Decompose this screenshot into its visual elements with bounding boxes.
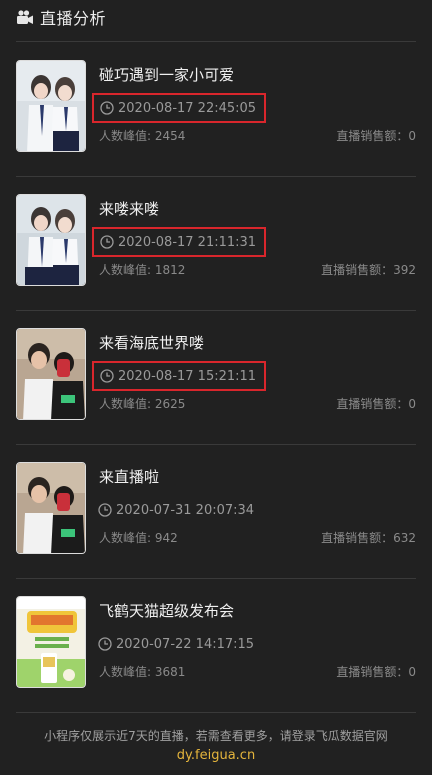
live-sales: 直播销售额：632	[321, 531, 416, 545]
live-item[interactable]: 飞鹤天猫超级发布会 2020-07-22 14:17:15 人数峰值: 3681…	[0, 578, 432, 713]
live-title: 来看海底世界喽	[99, 334, 205, 352]
live-item[interactable]: 来看海底世界喽 2020-08-17 15:21:11 人数峰值: 2625 直…	[0, 310, 432, 445]
live-start-time: 2020-08-17 15:21:11	[92, 361, 267, 391]
peak-viewers: 人数峰值: 942	[99, 531, 178, 545]
live-item[interactable]: 碰巧遇到一家小可爱 2020-08-17 22:45:05 人数峰值: 2454…	[0, 42, 432, 177]
live-cover-thumbnail	[16, 60, 86, 152]
item-divider	[16, 712, 416, 713]
clock-icon	[98, 503, 112, 517]
peak-viewers: 人数峰值: 2454	[99, 129, 186, 143]
clock-icon	[100, 369, 114, 383]
live-list: 碰巧遇到一家小可爱 2020-08-17 22:45:05 人数峰值: 2454…	[0, 42, 432, 713]
website-link[interactable]: dy.feigua.cn	[0, 748, 432, 763]
time-text: 2020-08-17 21:11:31	[118, 234, 257, 250]
live-item[interactable]: 来直播啦 2020-07-31 20:07:34 人数峰值: 942 直播销售额…	[0, 444, 432, 579]
clock-icon	[100, 101, 114, 115]
live-title: 来直播啦	[99, 468, 160, 486]
peak-viewers: 人数峰值: 1812	[99, 263, 186, 277]
clock-icon	[98, 637, 112, 651]
live-cover-thumbnail	[16, 328, 86, 420]
clock-icon	[100, 235, 114, 249]
live-sales: 直播销售额：0	[336, 665, 416, 679]
page-title: 直播分析	[40, 9, 107, 28]
live-title: 来喽来喽	[99, 200, 160, 218]
live-item[interactable]: 来喽来喽 2020-08-17 21:11:31 人数峰值: 1812 直播销售…	[0, 176, 432, 311]
live-title: 飞鹤天猫超级发布会	[99, 602, 235, 620]
live-sales: 直播销售额：0	[336, 397, 416, 411]
page-header: 直播分析	[16, 0, 416, 34]
time-text: 2020-08-17 15:21:11	[118, 368, 257, 384]
live-start-time: 2020-07-31 20:07:34	[92, 495, 262, 525]
live-cover-thumbnail	[16, 462, 86, 554]
live-cover-thumbnail	[16, 596, 86, 688]
peak-viewers: 人数峰值: 3681	[99, 665, 186, 679]
time-text: 2020-07-22 14:17:15	[116, 636, 255, 652]
live-sales: 直播销售额：392	[321, 263, 416, 277]
live-sales: 直播销售额：0	[336, 129, 416, 143]
video-camera-icon	[16, 9, 34, 25]
live-cover-thumbnail	[16, 194, 86, 286]
live-start-time: 2020-08-17 21:11:31	[92, 227, 267, 257]
time-text: 2020-08-17 22:45:05	[118, 100, 257, 116]
footer-note: 小程序仅展示近7天的直播，若需查看更多，请登录飞瓜数据官网 dy.feigua.…	[0, 727, 432, 763]
live-title: 碰巧遇到一家小可爱	[99, 66, 235, 84]
footer-text: 小程序仅展示近7天的直播，若需查看更多，请登录飞瓜数据官网	[44, 729, 388, 743]
time-text: 2020-07-31 20:07:34	[116, 502, 255, 518]
peak-viewers: 人数峰值: 2625	[99, 397, 186, 411]
live-start-time: 2020-08-17 22:45:05	[92, 93, 267, 123]
live-start-time: 2020-07-22 14:17:15	[92, 629, 262, 659]
